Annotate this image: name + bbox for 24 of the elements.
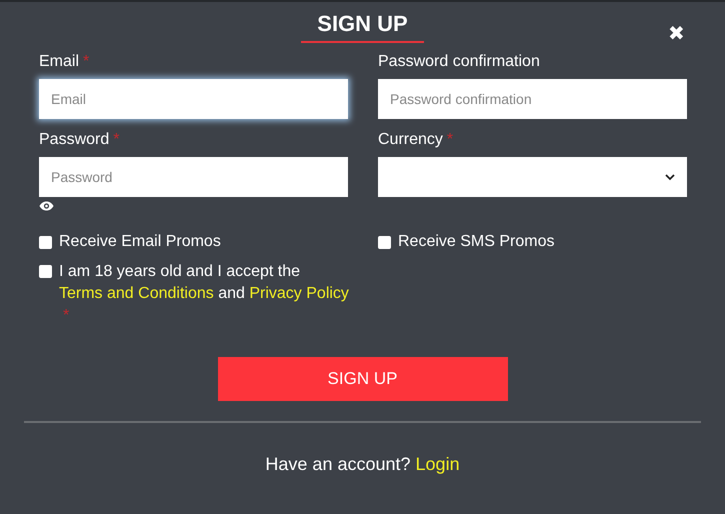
dialog-title: SIGN UP (301, 11, 424, 43)
terms-text: I am 18 years old and I accept the Terms and Conditions and Privacy Policy * (59, 262, 350, 326)
checkbox[interactable] (378, 236, 391, 248)
checkbox[interactable] (39, 265, 52, 278)
input-field[interactable]: Password confirmation (378, 79, 687, 119)
field-label: Password (39, 131, 110, 148)
field-label: Currency (378, 131, 443, 148)
checkbox-label: Receive SMS Promos (398, 233, 554, 251)
field-label: Password confirmation (378, 53, 540, 70)
checkbox[interactable] (39, 236, 52, 248)
chevron-down-icon (665, 174, 675, 180)
eye-icon[interactable] (39, 201, 54, 211)
privacy-link[interactable]: Privacy Policy (249, 285, 349, 302)
field-label: Email (39, 53, 80, 70)
footer-text: Have an account? (265, 454, 411, 474)
required-mark: * (83, 53, 90, 70)
input-field[interactable]: Email (39, 79, 348, 119)
checkbox-label: Receive Email Promos (59, 233, 221, 251)
required-mark: * (113, 131, 120, 148)
signup-button[interactable]: SIGN UP (218, 357, 508, 401)
required-mark: * (446, 131, 454, 148)
password-field[interactable]: Password (39, 157, 348, 197)
terms-link[interactable]: Terms and Conditions (59, 285, 214, 302)
login-link[interactable]: Login (416, 454, 460, 474)
